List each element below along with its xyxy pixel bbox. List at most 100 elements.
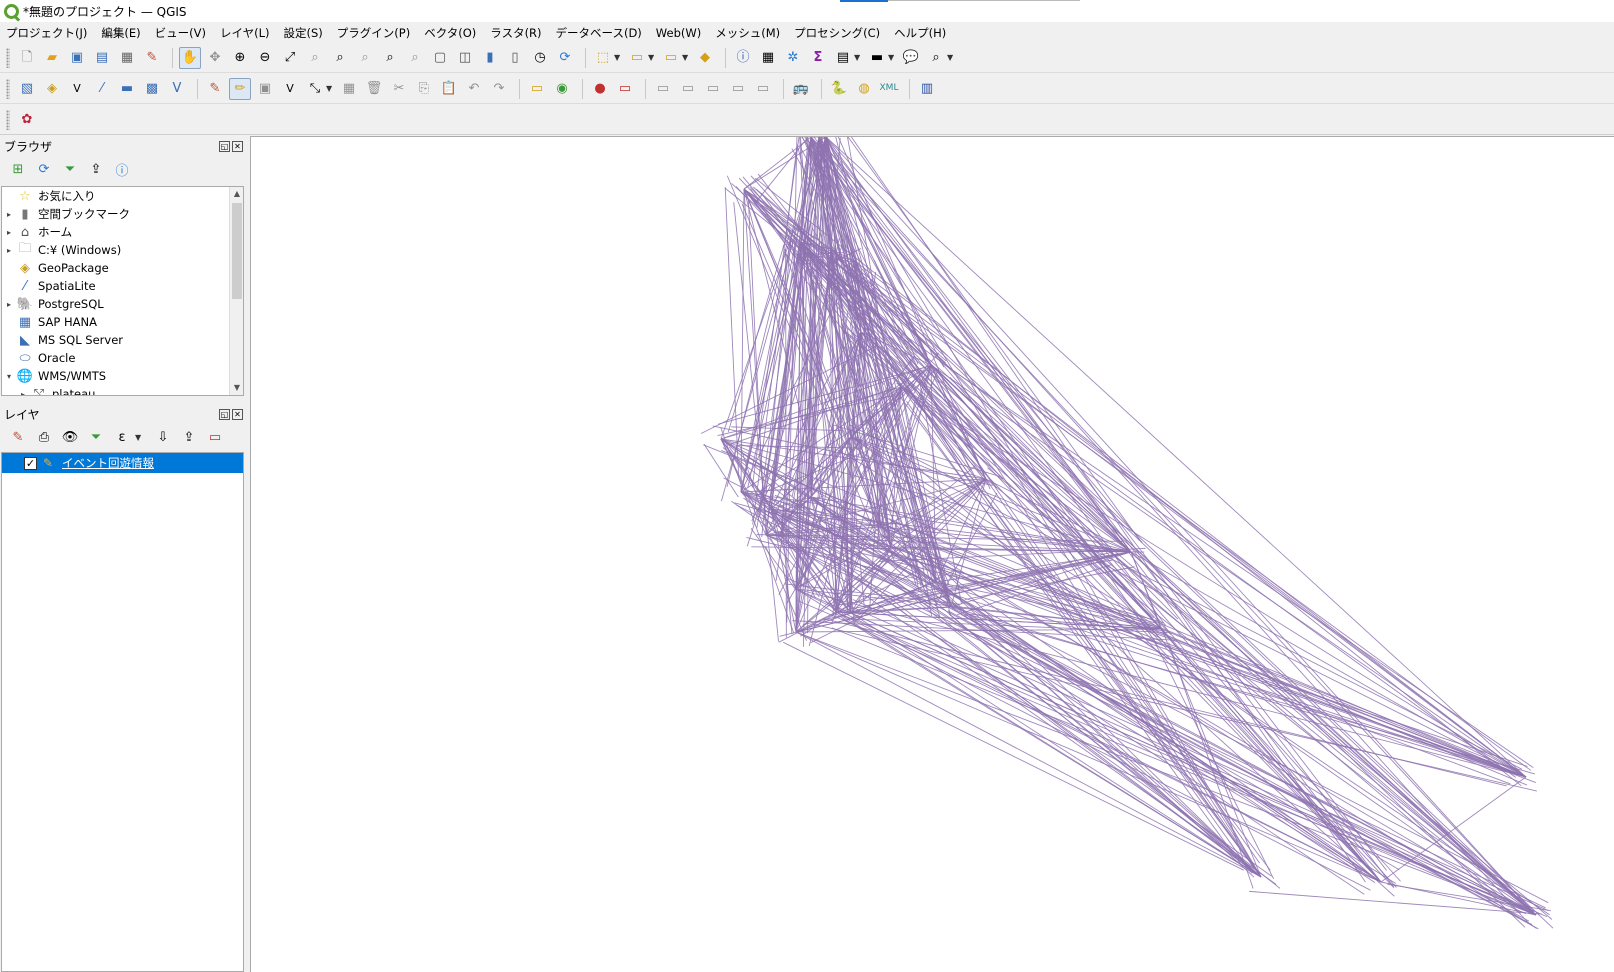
refresh-icon[interactable]: ⟳ <box>34 159 54 179</box>
field-calculator-icon[interactable]: ▤ <box>832 47 854 69</box>
float-panel-icon[interactable]: ◱ <box>219 408 230 420</box>
layer-visibility-checkbox[interactable]: ✓ <box>24 456 37 470</box>
chevron-down-icon[interactable]: ▼ <box>947 53 955 62</box>
manage-visibility-eye-icon[interactable]: 👁 <box>60 427 80 447</box>
zoom-in-icon[interactable]: ⊕ <box>229 47 251 69</box>
scroll-down-icon[interactable]: ▼ <box>230 381 243 395</box>
current-edits-icon[interactable]: ✎ <box>204 78 226 100</box>
browser-item-spatial-bookmarks[interactable]: ▸ ▮ 空間ブックマーク <box>2 205 243 223</box>
open-project-icon[interactable]: ▰ <box>41 47 63 69</box>
filter-expression-icon[interactable]: ε <box>112 427 132 447</box>
menu-settings[interactable]: 設定(S) <box>284 25 323 41</box>
map-tips-icon[interactable]: 💬 <box>900 47 922 69</box>
expand-arrow-icon[interactable]: ▸ <box>2 246 16 255</box>
layer-styling-icon[interactable]: ✎ <box>8 427 28 447</box>
rotate-label-icon[interactable]: ▭ <box>677 78 699 100</box>
zoom-out-icon[interactable]: ⊖ <box>254 47 276 69</box>
deselect-features-icon[interactable]: ▭ <box>660 47 682 69</box>
browser-item-favorites[interactable]: ☆ お気に入り <box>2 187 243 205</box>
new-bookmark-icon[interactable]: ▮ <box>479 47 501 69</box>
info-icon[interactable]: ⓘ <box>112 159 132 179</box>
new-map-view-icon[interactable]: ▢ <box>429 47 451 69</box>
remove-layer-icon[interactable]: ▭ <box>205 427 225 447</box>
filter-icon[interactable]: ⏷ <box>60 159 80 179</box>
gps-tracking-icon[interactable]: 🚌 <box>790 78 812 100</box>
browser-item-oracle[interactable]: ⬭ Oracle <box>2 349 243 367</box>
browser-item-spatialite[interactable]: ⁄ SpatiaLite <box>2 277 243 295</box>
select-by-location-icon[interactable]: ◆ <box>694 47 716 69</box>
browser-item-mssql[interactable]: ◣ MS SQL Server <box>2 331 243 349</box>
menu-help[interactable]: ヘルプ(H) <box>894 25 946 41</box>
browser-item-wms-wmts[interactable]: ▾ 🌐 WMS/WMTS <box>2 367 243 385</box>
xml-plugin-icon[interactable]: XML <box>878 78 900 100</box>
add-raster-icon[interactable]: ▩ <box>141 78 163 100</box>
save-edits-icon[interactable]: ▣ <box>254 78 276 100</box>
vertex-tool-icon[interactable]: ⤡ <box>304 78 326 100</box>
statistics-sigma-icon[interactable]: Σ <box>807 47 829 69</box>
expand-arrow-icon[interactable]: ▸ <box>16 390 30 396</box>
help-book-icon[interactable]: ▥ <box>916 78 938 100</box>
menu-plugins[interactable]: プラグイン(P) <box>337 25 410 41</box>
save-as-icon[interactable]: ▤ <box>91 47 113 69</box>
pan-hand-icon[interactable]: ✋ <box>179 46 201 69</box>
expand-arrow-icon[interactable]: ▾ <box>2 372 16 381</box>
paste-features-icon[interactable]: 📋 <box>438 78 460 100</box>
zoom-last-icon[interactable]: ⌕ <box>379 47 401 69</box>
menu-view[interactable]: ビュー(V) <box>155 25 206 41</box>
browser-tree[interactable]: ☆ お気に入り ▸ ▮ 空間ブックマーク ▸ ⌂ ホーム ▸ 🗀 C:¥ (Wi… <box>1 186 244 396</box>
cut-features-icon[interactable]: ✂ <box>388 78 410 100</box>
chevron-down-icon[interactable]: ▼ <box>135 433 143 442</box>
menu-project[interactable]: プロジェクト(J) <box>6 25 87 41</box>
save-project-icon[interactable]: ▣ <box>66 47 88 69</box>
digitize-icon[interactable]: V <box>279 78 301 100</box>
new-3d-view-icon[interactable]: ◫ <box>454 47 476 69</box>
data-source-manager-icon[interactable]: ▧ <box>16 78 38 100</box>
select-features-icon[interactable]: ⬚ <box>592 47 614 69</box>
toggle-editing-pencil-icon[interactable]: ✏ <box>229 77 251 100</box>
zoom-next-icon[interactable]: ⌕ <box>404 47 426 69</box>
zoom-layer-icon[interactable]: ⌕ <box>329 47 351 69</box>
chevron-down-icon[interactable]: ▼ <box>888 53 896 62</box>
browser-item-sap-hana[interactable]: ▦ SAP HANA <box>2 313 243 331</box>
style-manager-icon[interactable]: ✎ <box>141 47 163 69</box>
toolbar-grip[interactable] <box>6 109 10 130</box>
menu-edit[interactable]: 編集(E) <box>101 25 140 41</box>
menu-mesh[interactable]: メッシュ(M) <box>715 25 780 41</box>
menu-raster[interactable]: ラスタ(R) <box>490 25 541 41</box>
plugin-rose-icon[interactable]: ✿ <box>16 109 38 131</box>
filter-legend-icon[interactable]: ⏷ <box>86 427 106 447</box>
undo-icon[interactable]: ↶ <box>463 78 485 100</box>
select-by-value-icon[interactable]: ▭ <box>626 47 648 69</box>
change-label-icon[interactable]: ▭ <box>702 78 724 100</box>
browser-item-geopackage[interactable]: ◈ GeoPackage <box>2 259 243 277</box>
pan-to-selection-icon[interactable]: ✥ <box>204 47 226 69</box>
layer-tree[interactable]: ✓ ✎ イベント回遊情報 <box>1 452 244 972</box>
zoom-native-icon[interactable]: ⌕ <box>354 47 376 69</box>
menu-database[interactable]: データベース(D) <box>556 25 642 41</box>
expand-all-icon[interactable]: ⇩ <box>153 427 173 447</box>
show-bookmarks-icon[interactable]: ▯ <box>504 47 526 69</box>
add-layer-icon[interactable]: ⊞ <box>8 159 28 179</box>
chevron-down-icon[interactable]: ▼ <box>854 53 862 62</box>
print-layout-icon[interactable]: ▦ <box>116 47 138 69</box>
scrollbar-thumb[interactable] <box>232 203 242 299</box>
browser-item-plateau[interactable]: ▸ ⤲ plateau <box>2 385 243 396</box>
plugin-globe-icon[interactable]: ◍ <box>853 78 875 100</box>
new-virtual-layer-icon[interactable]: ▬ <box>116 78 138 100</box>
browser-item-home[interactable]: ▸ ⌂ ホーム <box>2 223 243 241</box>
new-geopackage-icon[interactable]: ◈ <box>41 78 63 100</box>
chevron-down-icon[interactable]: ▼ <box>614 53 622 62</box>
label-properties-icon[interactable]: ▭ <box>752 78 774 100</box>
modify-attributes-icon[interactable]: ▦ <box>338 78 360 100</box>
pin-labels-icon[interactable]: ● <box>589 78 611 100</box>
collapse-all-icon[interactable]: ⇪ <box>179 427 199 447</box>
menu-processing[interactable]: プロセシング(C) <box>794 25 880 41</box>
float-panel-icon[interactable]: ◱ <box>219 140 230 152</box>
zoom-selection-icon[interactable]: ⌕ <box>304 47 326 69</box>
zoom-full-icon[interactable]: ⤢ <box>279 47 301 69</box>
measure-line-icon[interactable]: ▬ <box>866 47 888 69</box>
chevron-down-icon[interactable]: ▼ <box>682 53 690 62</box>
temporal-controller-icon[interactable]: ◷ <box>529 47 551 69</box>
chevron-down-icon[interactable]: ▼ <box>648 53 656 62</box>
chevron-down-icon[interactable]: ▼ <box>326 84 334 93</box>
